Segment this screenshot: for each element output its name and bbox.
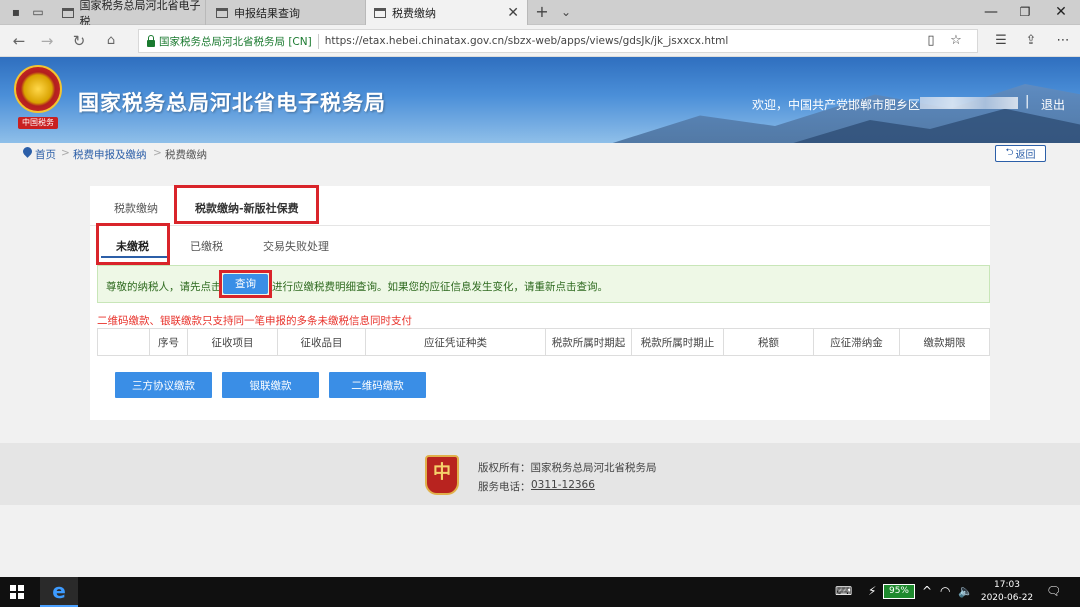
tax-bureau-logo: 中 [425, 455, 459, 495]
tripartite-agreement-pay-button[interactable]: 三方协议缴款 [115, 372, 212, 398]
clock-date: 2020-06-22 [980, 593, 1034, 603]
location-pin-icon [21, 145, 34, 158]
reading-view-icon[interactable]: ▯ [920, 30, 942, 52]
notice-text-after: 进行应缴税费明细查询。如果您的应征信息发生变化，请重新点击查询。 [272, 281, 608, 293]
breadcrumb-separator: > [153, 147, 162, 159]
site-identity[interactable]: 国家税务总局河北省税务局 [CN] [159, 33, 319, 49]
url-field[interactable]: 国家税务总局河北省税务局 [CN] https://etax.hebei.chi… [138, 29, 978, 53]
url-text[interactable]: https://etax.hebei.chinatax.gov.cn/sbzx-… [319, 35, 729, 47]
qr-code-pay-button[interactable]: 二维码缴款 [329, 372, 426, 398]
column-header: 税款所属时期止 [632, 329, 724, 355]
network-icon[interactable]: ◠ [940, 584, 950, 598]
keyboard-icon[interactable]: ⌨ [835, 584, 852, 598]
new-tab-icon[interactable]: + [534, 4, 550, 20]
breadcrumb-declare-pay[interactable]: 税费申报及缴纳 [73, 147, 147, 162]
tab-tax-payment[interactable]: 税款缴纳 [114, 200, 158, 216]
column-header: 序号 [150, 329, 188, 355]
notifications-icon[interactable]: 🗨 [1046, 584, 1061, 598]
close-tab-icon[interactable]: ✕ [507, 5, 519, 21]
browser-tab-report-result[interactable]: 申报结果查询 [208, 0, 366, 25]
page-icon [216, 7, 228, 18]
share-icon[interactable]: ⇪ [1020, 30, 1042, 52]
minimize-icon[interactable]: — [974, 0, 1008, 25]
back-button-label: 返回 [1015, 150, 1036, 161]
page-background [0, 505, 1080, 577]
power-plug-icon[interactable]: ⚡ [868, 584, 876, 598]
windows-taskbar: e ⌨ ⚡ 95% ^ ◠ 🔈 17:03 2020-06-22 🗨 [0, 577, 1080, 607]
breadcrumb: 首页 > 税费申报及缴纳 > 税费缴纳 [0, 143, 1080, 165]
unpaid-tax-table-header: 序号 征收项目 征收品目 应征凭证种类 税款所属时期起 税款所属时期止 税额 应… [97, 328, 990, 356]
forward-arrow-icon[interactable]: → [36, 30, 58, 52]
back-button[interactable]: ⮌ 返回 [995, 145, 1046, 162]
site-title: 国家税务总局河北省电子税务局 [78, 91, 386, 115]
refresh-icon[interactable]: ↻ [68, 30, 90, 52]
address-bar-row: ← → ↻ ⌂ 国家税务总局河北省税务局 [CN] https://etax.h… [0, 25, 1080, 57]
windows-start-icon[interactable] [10, 585, 24, 599]
edge-browser-icon[interactable]: e [40, 577, 78, 607]
tax-emblem-icon [14, 65, 62, 113]
system-clock[interactable]: 17:03 2020-06-22 [980, 579, 1034, 605]
breadcrumb-separator: > [61, 147, 70, 159]
breadcrumb-home[interactable]: 首页 [35, 147, 56, 162]
page-icon [62, 7, 74, 18]
footer-phone-link[interactable]: 0311-12366 [531, 479, 595, 491]
home-icon[interactable]: ⌂ [100, 30, 122, 52]
highlight-box [219, 270, 272, 298]
return-arrow-icon: ⮌ [1005, 147, 1014, 158]
close-window-icon[interactable]: ✕ [1044, 0, 1078, 25]
clock-time: 17:03 [994, 580, 1020, 590]
volume-icon[interactable]: 🔈 [958, 584, 973, 598]
tab-paid[interactable]: 已缴税 [190, 238, 223, 254]
footer-copyright: 版权所有：国家税务总局河北省税务局 [478, 462, 657, 474]
back-arrow-icon[interactable]: ← [8, 30, 30, 52]
column-header: 征收项目 [188, 329, 278, 355]
welcome-text: 欢迎，中国共产党邯郸市肥乡区 [752, 98, 921, 112]
column-checkbox [98, 329, 150, 355]
emblem-caption: 中国税务 [18, 117, 58, 129]
tab-label: 税费缴纳 [392, 7, 436, 20]
favorite-star-icon[interactable]: ☆ [945, 30, 967, 52]
tab-divider [90, 225, 990, 226]
lock-icon [147, 34, 155, 47]
restore-icon[interactable]: ❐ [1008, 0, 1042, 25]
chevron-up-icon[interactable]: ^ [922, 584, 932, 598]
browser-tab-etax[interactable]: 国家税务总局河北省电子税 [54, 0, 206, 28]
set-aside-tabs-icon[interactable]: ▪ [8, 4, 24, 20]
redacted-username [920, 97, 1018, 109]
tab-label: 申报结果查询 [234, 6, 300, 20]
logout-link[interactable]: 退出 [1041, 96, 1065, 113]
chevron-down-icon[interactable]: ⌄ [558, 4, 574, 20]
battery-indicator[interactable]: 95% [883, 584, 915, 599]
highlight-box [174, 185, 319, 224]
more-menu-icon[interactable]: ⋯ [1052, 30, 1074, 52]
column-header: 应征滞纳金 [814, 329, 900, 355]
header-separator: | [1025, 94, 1030, 109]
tab-failed-transactions[interactable]: 交易失败处理 [263, 238, 329, 254]
unionpay-pay-button[interactable]: 银联缴款 [222, 372, 319, 398]
breadcrumb-current: 税费缴纳 [165, 149, 207, 161]
column-header: 应征凭证种类 [366, 329, 546, 355]
highlight-box [96, 223, 170, 265]
column-header: 征收品目 [278, 329, 366, 355]
footer-phone-label: 服务电话： [478, 481, 531, 493]
site-banner: 中国税务 国家税务总局河北省电子税务局 欢迎，中国共产党邯郸市肥乡区 | 退出 [0, 57, 1080, 143]
column-header: 税额 [724, 329, 814, 355]
payment-warning: 二维码缴款、银联缴款只支持同一笔申报的多条未缴税信息同时支付 [97, 315, 412, 327]
page-icon [374, 8, 386, 18]
column-header: 缴款期限 [923, 336, 966, 349]
browser-tab-tax-payment[interactable]: 税费缴纳 ✕ [366, 0, 528, 26]
tab-preview-icon[interactable]: ▭ [30, 4, 46, 20]
browser-tab-strip: ▪ ▭ 国家税务总局河北省电子税 申报结果查询 税费缴纳 ✕ + ⌄ — ❐ ✕ [0, 0, 1080, 28]
favorites-hub-icon[interactable]: ☰ [990, 30, 1012, 52]
notice-text-before: 尊敬的纳税人，请先点击 [106, 281, 222, 293]
column-header: 税款所属时期起 [546, 329, 632, 355]
